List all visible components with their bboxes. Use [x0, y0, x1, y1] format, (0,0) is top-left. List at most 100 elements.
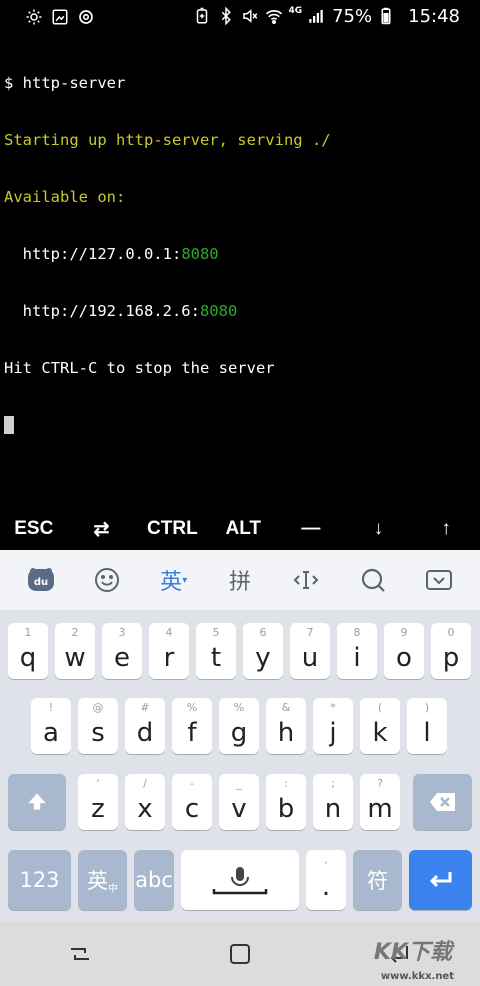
down-arrow-key[interactable]: ↓ [357, 510, 401, 548]
key-a[interactable]: ! a [31, 698, 71, 754]
shift-key[interactable] [8, 774, 66, 830]
terminal-cursor-line [4, 416, 476, 435]
key-sub-label: : [284, 777, 288, 790]
key-o[interactable]: 9o [384, 623, 424, 679]
key-sub-label: ; [331, 777, 335, 790]
watermark-logo: KK下载 [373, 940, 452, 965]
language-key[interactable]: 英中 [78, 850, 127, 910]
dash-key[interactable]: — [289, 510, 333, 548]
key-m[interactable]: ? m [360, 774, 400, 830]
hide-keyboard-icon[interactable] [415, 556, 463, 604]
key-s[interactable]: @ s [78, 698, 118, 754]
numbers-key[interactable]: 123 [8, 850, 71, 910]
backspace-key[interactable] [413, 774, 472, 830]
key-sub-label: ! [48, 701, 54, 714]
up-arrow-key[interactable]: ↑ [424, 510, 468, 548]
key-label: z [91, 794, 105, 824]
key-w[interactable]: 2w [55, 623, 95, 679]
microphone-icon [212, 867, 268, 895]
shift-icon [28, 793, 46, 810]
status-bar: 4G 75% 15:48 [0, 0, 480, 34]
network-type: 4G [288, 6, 303, 16]
key-sub-label: * [330, 701, 336, 714]
key-sub-label: 6 [259, 626, 267, 639]
key-sub-label: 0 [447, 626, 455, 639]
battery-icon [376, 6, 396, 26]
alt-key[interactable]: ALT [221, 510, 265, 548]
photo-icon [50, 7, 70, 27]
key-f[interactable]: % f [172, 698, 212, 754]
terminal-line: $ http-server [4, 74, 476, 93]
key-j[interactable]: * j [313, 698, 353, 754]
key-label: e [114, 643, 130, 673]
key-c[interactable]: -c [172, 774, 212, 830]
backspace-icon [429, 793, 455, 811]
space-key[interactable] [181, 850, 299, 910]
key-label: i [353, 643, 361, 673]
terminal-text: Hit CTRL-C to stop the server [4, 359, 275, 377]
key-label: w [64, 643, 86, 673]
clock: 15:48 [408, 5, 460, 27]
key-sub-label: ) [424, 701, 430, 714]
key-label: t [210, 643, 222, 673]
key-t[interactable]: 5t [196, 623, 236, 679]
key-sub-label: @ [92, 701, 104, 714]
terminal-output[interactable]: $ http-server Starting up http-server, s… [0, 34, 480, 508]
battery-saver-icon [192, 6, 212, 26]
key-label: x [137, 794, 153, 824]
tab-key[interactable]: ⇄ [79, 510, 123, 548]
key-q[interactable]: 1q [8, 623, 48, 679]
recent-apps-button[interactable] [50, 929, 110, 979]
key-label: j [329, 718, 337, 748]
key-label: a [43, 718, 59, 748]
key-label: p [442, 643, 460, 673]
key-z[interactable]: ' z [78, 774, 118, 830]
key-x[interactable]: / x [125, 774, 165, 830]
key-sub-label: _ [236, 777, 242, 790]
language-switch[interactable]: 英 ▾ [150, 556, 198, 604]
enter-key[interactable] [409, 850, 472, 910]
key-p[interactable]: 0p [431, 623, 471, 679]
key-e[interactable]: 3e [102, 623, 142, 679]
key-sub-label: 9 [400, 626, 408, 639]
key-i[interactable]: 8i [337, 623, 377, 679]
cursor-move-icon[interactable] [282, 556, 330, 604]
ctrl-key[interactable]: CTRL [147, 510, 198, 548]
symbols-key[interactable]: 符 [353, 850, 402, 910]
key-l[interactable]: ) l [407, 698, 447, 754]
key-sub-label: ? [377, 777, 383, 790]
key-h[interactable]: & h [266, 698, 306, 754]
key-label: r [163, 643, 175, 673]
key-k[interactable]: (k [360, 698, 400, 754]
key-g[interactable]: % g [219, 698, 259, 754]
pinyin-mode[interactable]: 拼 [216, 556, 264, 604]
key-label: f [187, 718, 197, 748]
abc-key[interactable]: abc [134, 850, 174, 910]
key-sub-label: , [324, 853, 328, 866]
key-sub-label: # [140, 701, 150, 714]
esc-key[interactable]: ESC [12, 510, 56, 548]
status-bar-left [24, 6, 96, 28]
home-button[interactable] [210, 929, 270, 979]
ime-logo-icon[interactable]: du [17, 556, 65, 604]
key-label: abc [135, 868, 173, 892]
key-y[interactable]: 6y [243, 623, 283, 679]
key-v[interactable]: _ v [219, 774, 259, 830]
key-label: g [230, 718, 248, 748]
emoji-icon[interactable] [83, 556, 131, 604]
key-sub-label: ( [377, 701, 383, 714]
key-u[interactable]: 7u [290, 623, 330, 679]
key-d[interactable]: # d [125, 698, 165, 754]
terminal-cursor [4, 416, 14, 434]
key-r[interactable]: 4r [149, 623, 189, 679]
brightness-icon [24, 7, 44, 27]
key-sub-label: % [233, 701, 245, 714]
search-icon[interactable] [349, 556, 397, 604]
punctuation-key[interactable]: ,. [306, 850, 346, 910]
key-b[interactable]: :b [266, 774, 306, 830]
key-label: 123 [19, 868, 60, 892]
soft-keyboard: 1q 2w 3e 4r 5t 6y 7u 8i 9o 0p ! a @ s # d %… [0, 610, 480, 922]
key-sub-label: 8 [353, 626, 361, 639]
key-n[interactable]: ; n [313, 774, 353, 830]
key-sub-label: - [190, 777, 194, 790]
